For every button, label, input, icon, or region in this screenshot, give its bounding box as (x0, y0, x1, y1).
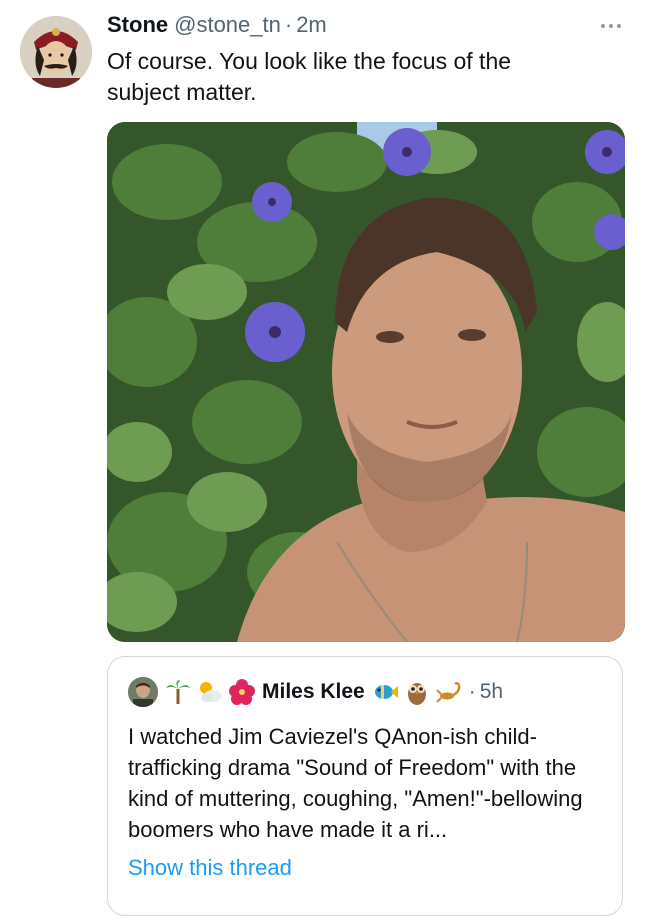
quoted-tweet-header: Miles Klee · 5h (128, 675, 503, 709)
tropical-fish-icon (374, 685, 398, 699)
more-options-icon[interactable] (596, 14, 626, 38)
quoted-tweet-card[interactable]: Miles Klee · 5h I watched Jim Caviezel's… (107, 656, 623, 916)
show-thread-link[interactable]: Show this thread (128, 855, 292, 881)
hibiscus-icon (229, 679, 255, 705)
tweet-header: Stone @stone_tn · 2m (107, 12, 327, 46)
author-handle[interactable]: @stone_tn (174, 12, 281, 38)
palm-tree-icon (166, 680, 190, 704)
quoted-author-name[interactable]: Miles Klee (262, 680, 365, 704)
quoted-author-avatar[interactable] (128, 677, 158, 707)
author-avatar[interactable] (20, 16, 92, 88)
separator-dot: · (284, 12, 293, 37)
tweet-text: Of course. You look like the focus of th… (107, 48, 512, 105)
quoted-tweet-text: I watched Jim Caviezel's QAnon-ish child… (128, 724, 583, 842)
author-name[interactable]: Stone (107, 12, 168, 38)
tweet-timestamp[interactable]: 2m (296, 12, 327, 38)
quoted-tweet-timestamp[interactable]: 5h (480, 680, 503, 704)
sun-behind-cloud-icon (200, 682, 222, 702)
tweet-photo[interactable] (107, 122, 625, 642)
quoted-separator-dot: · (468, 680, 476, 703)
scorpion-icon (436, 681, 461, 703)
owl-icon (407, 683, 426, 705)
